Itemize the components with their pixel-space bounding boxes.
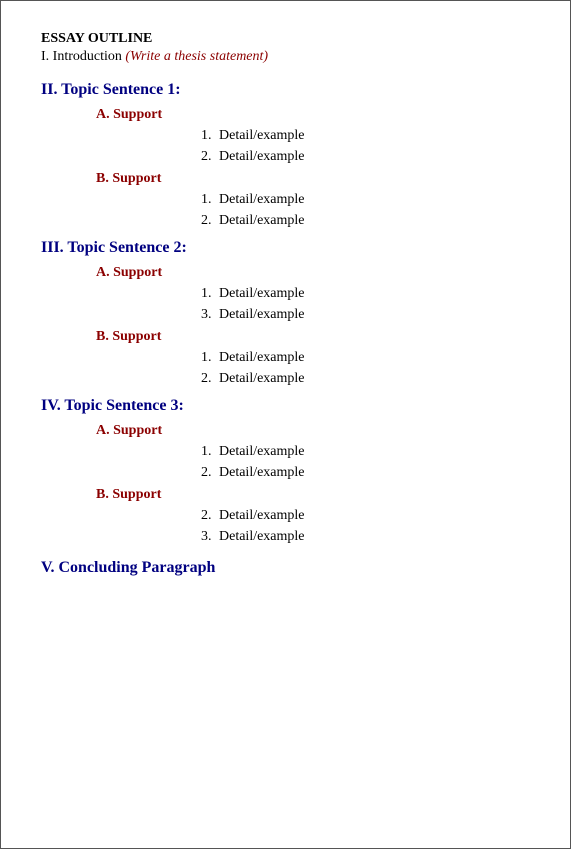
section-2-support-b: B. Support 1. Detail/example 2. Detail/e… <box>96 329 530 387</box>
detail-num: 3. <box>201 307 212 322</box>
section-1-heading: II. Topic Sentence 1: <box>41 81 530 99</box>
section-2-support-b-detail-2: 2. Detail/example <box>201 370 530 387</box>
essay-title: ESSAY OUTLINE <box>41 31 530 47</box>
detail-num: 1. <box>201 128 212 143</box>
introduction-label: I. Introduction <box>41 49 122 64</box>
section-2-support-a: A. Support 1. Detail/example 3. Detail/e… <box>96 265 530 323</box>
detail-text: Detail/example <box>219 149 305 164</box>
section-3: IV. Topic Sentence 3: A. Support 1. Deta… <box>41 397 530 545</box>
detail-text: Detail/example <box>219 371 305 386</box>
detail-num: 2. <box>201 371 212 386</box>
detail-num: 2. <box>201 465 212 480</box>
section-3-support-a: A. Support 1. Detail/example 2. Detail/e… <box>96 423 530 481</box>
detail-text: Detail/example <box>219 192 305 207</box>
page-container: ESSAY OUTLINE I. Introduction (Write a t… <box>0 0 571 849</box>
detail-text: Detail/example <box>219 465 305 480</box>
detail-text: Detail/example <box>219 444 305 459</box>
detail-text: Detail/example <box>219 286 305 301</box>
detail-num: 2. <box>201 213 212 228</box>
section-1-support-b: B. Support 1. Detail/example 2. Detail/e… <box>96 171 530 229</box>
support-a-label: A. Support <box>96 107 530 123</box>
detail-num: 3. <box>201 529 212 544</box>
detail-text: Detail/example <box>219 508 305 523</box>
section-1-support-a-detail-2: 2. Detail/example <box>201 148 530 165</box>
section-1-support-b-detail-1: 1. Detail/example <box>201 191 530 208</box>
detail-num: 1. <box>201 192 212 207</box>
section-2-support-a-detail-1: 1. Detail/example <box>201 285 530 302</box>
section-3-support-a-detail-2: 2. Detail/example <box>201 464 530 481</box>
section-3-support-b-detail-2: 3. Detail/example <box>201 528 530 545</box>
support-b-label: B. Support <box>96 487 530 503</box>
detail-num: 2. <box>201 508 212 523</box>
support-b-label: B. Support <box>96 329 530 345</box>
introduction-line: I. Introduction (Write a thesis statemen… <box>41 49 530 65</box>
section-1-support-b-detail-2: 2. Detail/example <box>201 212 530 229</box>
detail-num: 1. <box>201 350 212 365</box>
detail-text: Detail/example <box>219 307 305 322</box>
section-2: III. Topic Sentence 2: A. Support 1. Det… <box>41 239 530 387</box>
detail-text: Detail/example <box>219 529 305 544</box>
detail-num: 1. <box>201 286 212 301</box>
section-1: II. Topic Sentence 1: A. Support 1. Deta… <box>41 81 530 229</box>
section-2-heading: III. Topic Sentence 2: <box>41 239 530 257</box>
conclusion: V. Concluding Paragraph <box>41 559 530 577</box>
section-2-support-b-detail-1: 1. Detail/example <box>201 349 530 366</box>
section-3-heading: IV. Topic Sentence 3: <box>41 397 530 415</box>
detail-num: 2. <box>201 149 212 164</box>
section-1-support-a: A. Support 1. Detail/example 2. Detail/e… <box>96 107 530 165</box>
section-3-support-b-detail-1: 2. Detail/example <box>201 507 530 524</box>
detail-text: Detail/example <box>219 213 305 228</box>
section-1-support-a-detail-1: 1. Detail/example <box>201 127 530 144</box>
detail-num: 1. <box>201 444 212 459</box>
section-2-support-a-detail-2: 3. Detail/example <box>201 306 530 323</box>
support-a-label: A. Support <box>96 265 530 281</box>
support-a-label: A. Support <box>96 423 530 439</box>
introduction-note: (Write a thesis statement) <box>125 49 268 64</box>
detail-text: Detail/example <box>219 128 305 143</box>
support-b-label: B. Support <box>96 171 530 187</box>
detail-text: Detail/example <box>219 350 305 365</box>
section-3-support-a-detail-1: 1. Detail/example <box>201 443 530 460</box>
section-3-support-b: B. Support 2. Detail/example 3. Detail/e… <box>96 487 530 545</box>
